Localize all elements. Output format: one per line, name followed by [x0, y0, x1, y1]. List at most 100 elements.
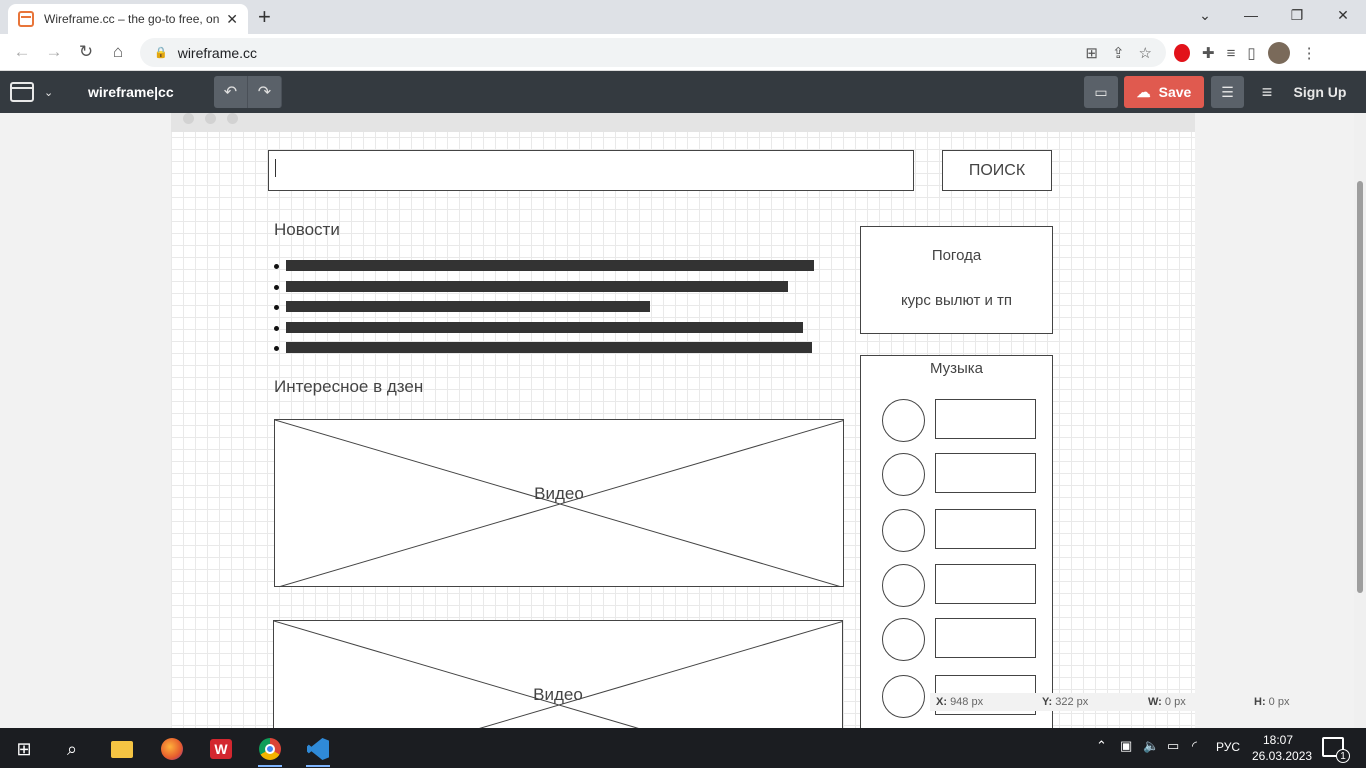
track-title-box — [935, 453, 1036, 493]
browser-navbar: ← → ↻ ⌂ 🔒 wireframe.cc ⊞ ⇪ ☆ ✚ ≡ ▯ ⋮ — [0, 34, 1366, 71]
close-window-button[interactable]: ✕ — [1320, 0, 1366, 30]
minimize-button[interactable]: — — [1228, 0, 1274, 30]
meet-icon[interactable]: ▣ — [1120, 738, 1132, 754]
address-bar[interactable]: 🔒 wireframe.cc ⊞ ⇪ ☆ — [140, 38, 1166, 67]
frame-dot — [227, 113, 238, 124]
track-cover-circle — [882, 509, 925, 552]
vscode-icon[interactable] — [300, 733, 336, 767]
weather-subtitle: курс вылют и тп — [900, 292, 1013, 309]
chevron-down-icon: ⌄ — [44, 86, 54, 99]
bullet-icon — [274, 325, 279, 331]
bookmark-star-icon[interactable]: ☆ — [1139, 44, 1152, 62]
h-readout: H: 0 px — [1254, 696, 1290, 708]
comment-icon: ▭ — [1094, 83, 1108, 100]
browser-tab-strip: Wireframe.cc – the go-to free, on ✕ + ⌄ … — [0, 0, 1366, 34]
track-cover-circle — [882, 675, 925, 718]
restore-button[interactable]: ❐ — [1274, 0, 1320, 30]
track-title-box — [935, 399, 1036, 439]
forward-button[interactable]: → — [42, 40, 66, 64]
wireframe-search-button[interactable]: ПОИСК — [942, 150, 1052, 191]
windows-taskbar: ⊞ ⌕ W ⌃ ▣ 🔈 ▭ ◜ РУС 18:07 26.03.2023 1 — [0, 728, 1366, 768]
wireframe-search-input[interactable] — [268, 150, 914, 191]
wireframe-favicon-icon — [18, 11, 34, 27]
page-window-icon — [10, 82, 34, 102]
system-clock[interactable]: 18:07 26.03.2023 — [1252, 732, 1313, 764]
x-readout: X: 948 px — [936, 696, 984, 708]
translate-icon[interactable]: ⊞ — [1085, 44, 1098, 62]
browser-menu-icon[interactable]: ⋮ — [1302, 44, 1317, 62]
firefox-icon[interactable] — [154, 733, 190, 765]
zen-heading[interactable]: Интересное в дзен — [274, 377, 423, 397]
sign-up-link[interactable]: Sign Up — [1290, 76, 1350, 108]
placeholder-cross — [274, 621, 842, 728]
network-icon[interactable]: ◜ — [1192, 738, 1197, 754]
redo-button[interactable]: ↷ — [248, 76, 282, 108]
video-placeholder[interactable]: Видео — [273, 620, 843, 728]
save-label: Save — [1158, 84, 1192, 100]
url-text: wireframe.cc — [177, 44, 258, 61]
new-tab-button[interactable]: + — [258, 4, 271, 30]
clock-date: 26.03.2023 — [1252, 749, 1313, 763]
sliders-icon: ☰ — [1221, 83, 1234, 100]
tray-overflow-icon[interactable]: ⌃ — [1096, 738, 1107, 754]
language-indicator[interactable]: РУС — [1216, 740, 1240, 754]
clock-time: 18:07 — [1262, 733, 1294, 747]
track-title-box — [935, 564, 1036, 604]
scrollbar-thumb[interactable] — [1357, 181, 1363, 593]
app-toolbar: ⌄ wireframe|cc ↶ ↷ ▭ ☁ Save ☰ ≡ Sign Up — [0, 71, 1366, 113]
chrome-icon[interactable] — [252, 733, 288, 767]
track-title-box — [935, 509, 1036, 549]
wps-office-icon[interactable]: W — [203, 733, 239, 765]
weather-box[interactable]: Погода курс вылют и тп — [860, 226, 1053, 334]
search-icon[interactable]: ⌕ — [54, 733, 90, 765]
settings-sliders-button[interactable]: ☰ — [1211, 76, 1244, 108]
music-title: Музыка — [929, 360, 984, 377]
video-label: Видео — [534, 484, 584, 503]
track-cover-circle — [882, 564, 925, 607]
bullet-icon — [274, 284, 279, 290]
text-caret — [275, 159, 276, 177]
music-box[interactable]: Музыка — [860, 355, 1053, 728]
opera-extension-icon[interactable] — [1174, 44, 1190, 62]
back-button[interactable]: ← — [10, 40, 34, 64]
track-cover-circle — [882, 618, 925, 661]
news-heading[interactable]: Новости — [274, 220, 340, 240]
selection-readout: X: 948 px Y: 322 px W: 0 px H: 0 px — [930, 693, 1354, 711]
app-logo[interactable]: wireframe|cc — [88, 84, 174, 100]
track-cover-circle — [882, 453, 925, 496]
share-icon[interactable]: ⇪ — [1112, 44, 1125, 62]
profile-avatar[interactable] — [1267, 42, 1290, 64]
frame-titlebar — [171, 113, 1195, 132]
redacted-text-bar — [286, 342, 812, 353]
extensions-puzzle-icon[interactable]: ✚ — [1202, 44, 1215, 62]
battery-icon[interactable]: ▭ — [1167, 738, 1179, 754]
file-explorer-icon[interactable] — [104, 733, 140, 765]
wireframe-browser-frame[interactable]: ПОИСК Новости Интересное в дзен Видео Ви… — [171, 113, 1195, 728]
notification-center-icon[interactable]: 1 — [1322, 737, 1350, 763]
redacted-text-bar — [286, 260, 814, 271]
track-cover-circle — [882, 399, 925, 442]
save-button[interactable]: ☁ Save — [1124, 76, 1204, 108]
redacted-text-bar — [286, 280, 788, 292]
page-menu-button[interactable]: ⌄ — [10, 82, 53, 102]
undo-button[interactable]: ↶ — [214, 76, 248, 108]
start-icon[interactable]: ⊞ — [6, 733, 42, 765]
media-control-icon[interactable]: ≡ — [1227, 45, 1236, 62]
browser-tab[interactable]: Wireframe.cc – the go-to free, on ✕ — [8, 4, 248, 34]
side-panel-icon[interactable]: ▯ — [1247, 44, 1255, 62]
volume-icon[interactable]: 🔈 — [1143, 738, 1159, 754]
home-button[interactable]: ⌂ — [106, 40, 130, 64]
bullet-icon — [274, 346, 279, 351]
redacted-text-bar — [286, 321, 803, 333]
tab-close-icon[interactable]: ✕ — [226, 11, 238, 28]
video-placeholder[interactable]: Видео — [274, 419, 844, 587]
video-label: Видео — [533, 685, 583, 704]
reload-button[interactable]: ↻ — [74, 40, 98, 64]
frame-dot — [205, 113, 216, 124]
comment-button[interactable]: ▭ — [1084, 76, 1118, 108]
vertical-scrollbar[interactable] — [1354, 113, 1366, 728]
tab-search-chevron-icon[interactable]: ⌄ — [1182, 0, 1228, 30]
bullet-icon — [274, 264, 279, 269]
hamburger-menu-icon[interactable]: ≡ — [1256, 76, 1278, 108]
frame-dot — [183, 113, 194, 124]
